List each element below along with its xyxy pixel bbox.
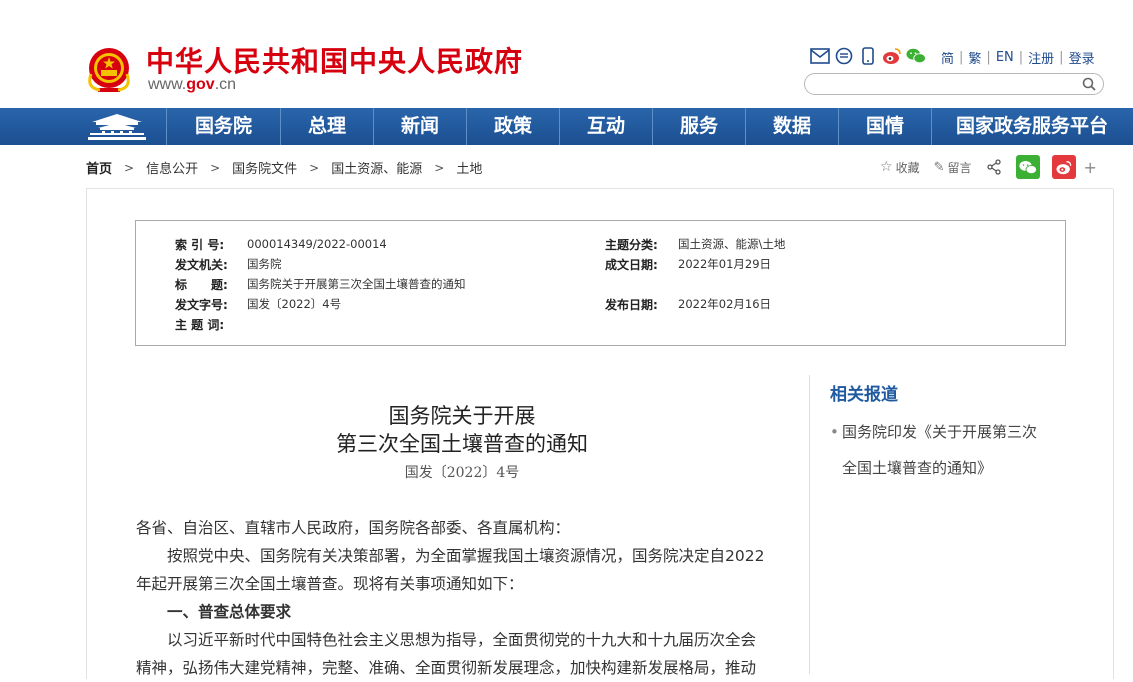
link-register[interactable]: 注册	[1023, 48, 1059, 67]
article-tools: ☆ 收藏 ✎ 留言 +	[880, 155, 1097, 179]
pencil-icon: ✎	[933, 159, 945, 175]
related-reports-title: 相关报道	[830, 385, 898, 405]
breadcrumb-home[interactable]: 首页	[86, 158, 112, 177]
message-button[interactable]: ✎ 留言	[934, 159, 972, 176]
nav-item-premier[interactable]: 总理	[280, 108, 373, 145]
related-report-item[interactable]: • 国务院印发《关于开展第三次 全国土壤普查的通知》	[830, 414, 1070, 486]
meta-index-value: 000014349/2022-00014	[247, 237, 387, 251]
article-title: 国务院关于开展 第三次全国土壤普查的通知	[300, 402, 624, 458]
wechat-icon[interactable]	[906, 46, 926, 66]
nav-item-policy[interactable]: 政策	[466, 108, 559, 145]
top-icon-bar	[810, 46, 926, 66]
breadcrumb-info-public[interactable]: 信息公开	[146, 158, 198, 177]
domain-prefix: www.	[148, 76, 187, 93]
domain-gov: gov	[186, 76, 215, 93]
link-english[interactable]: EN	[991, 50, 1019, 65]
chevron-right-icon: >	[124, 160, 135, 175]
nav-item-national-info[interactable]: 国情	[838, 108, 931, 145]
meta-category-label: 主题分类:	[605, 238, 658, 252]
site-domain: www.gov.cn	[148, 76, 236, 94]
message-label: 留言	[947, 160, 972, 175]
share-button[interactable]	[986, 159, 1002, 175]
meta-date-written-value: 2022年01月29日	[678, 257, 772, 271]
weibo-icon[interactable]	[882, 46, 902, 66]
article-title-line2: 第三次全国土壤普查的通知	[336, 432, 588, 456]
nav-item-data[interactable]: 数据	[745, 108, 838, 145]
related-report-line2[interactable]: 全国土壤普查的通知》	[830, 450, 1070, 486]
meta-publish-date-value: 2022年02月16日	[678, 297, 772, 311]
meta-index-label: 索 引 号:	[175, 238, 225, 252]
article-salutation: 各省、自治区、直辖市人民政府，国务院各部委、各直属机构：	[136, 519, 571, 537]
article-para2-line1: 以习近平新时代中国特色社会主义思想为指导，全面贯彻党的十九大和十九届历次全会	[167, 631, 757, 649]
chevron-right-icon: >	[210, 160, 221, 175]
chat-bubble-icon[interactable]	[834, 46, 854, 66]
document-meta-box: 索 引 号: 000014349/2022-00014 主题分类: 国土资源、能…	[135, 220, 1066, 346]
nav-item-news[interactable]: 新闻	[373, 108, 466, 145]
share-icon	[986, 159, 1001, 175]
meta-issuer-value: 国务院	[247, 257, 282, 271]
article-para1-line1: 按照党中央、国务院有关决策部署，为全面掌握我国土壤资源情况，国务院决定自2022	[167, 547, 765, 565]
breadcrumb: 首页 > 信息公开 > 国务院文件 > 国土资源、能源 > 土地	[86, 158, 482, 178]
meta-keywords-label: 主 题 词:	[175, 318, 225, 332]
meta-doc-no-label: 发文字号:	[175, 298, 228, 312]
chevron-right-icon: >	[309, 160, 320, 175]
link-simplified[interactable]: 简	[936, 48, 959, 67]
breadcrumb-land[interactable]: 土地	[456, 158, 482, 177]
share-weibo-button[interactable]	[1051, 155, 1076, 179]
nav-items: 国务院 总理 新闻 政策 互动 服务 数据 国情 国家政务服务平台	[166, 108, 1132, 145]
star-icon: ☆	[880, 159, 893, 175]
mail-icon[interactable]	[810, 46, 830, 66]
bullet-icon: •	[830, 423, 839, 441]
article-para2-line2: 精神，弘扬伟大建党精神，完整、准确、全面贯彻新发展理念，加快构建新发展格局，推动	[136, 659, 757, 677]
meta-publish-date-label: 发布日期:	[605, 298, 658, 312]
domain-suffix: .cn	[214, 76, 237, 93]
nav-item-interaction[interactable]: 互动	[559, 108, 652, 145]
weibo-icon	[1056, 160, 1071, 174]
main-nav: 国务院 总理 新闻 政策 互动 服务 数据 国情 国家政务服务平台	[0, 108, 1133, 145]
favorite-label: 收藏	[895, 160, 920, 175]
mobile-icon[interactable]	[858, 46, 878, 66]
article-doc-number: 国发〔2022〕4号	[404, 465, 520, 481]
nav-item-gov-service-platform[interactable]: 国家政务服务平台	[931, 108, 1132, 145]
more-share-button[interactable]: +	[1084, 158, 1097, 177]
meta-title-value: 国务院关于开展第三次全国土壤普查的通知	[247, 277, 466, 291]
search-input[interactable]	[804, 73, 1104, 95]
article-title-line1: 国务院关于开展	[388, 404, 536, 428]
breadcrumb-land-energy[interactable]: 国土资源、能源	[331, 158, 422, 177]
site-title[interactable]: 中华人民共和国中央人民政府	[146, 40, 523, 80]
site-header: 中华人民共和国中央人民政府 www.gov.cn 简 | 繁 | EN | 注册 | 登…	[0, 0, 1133, 108]
link-login[interactable]: 登录	[1064, 48, 1100, 67]
tiananmen-icon[interactable]	[86, 108, 148, 145]
wechat-icon	[1018, 160, 1037, 174]
meta-category-value: 国土资源、能源\土地	[678, 237, 786, 251]
share-wechat-button[interactable]	[1015, 155, 1040, 179]
meta-doc-no-value: 国发〔2022〕4号	[247, 297, 342, 311]
favorite-button[interactable]: ☆ 收藏	[880, 159, 920, 176]
article-heading1: 一、普查总体要求	[167, 603, 292, 621]
search-icon[interactable]	[1081, 76, 1097, 92]
meta-title-label: 标 题:	[175, 278, 228, 292]
top-links: 简 | 繁 | EN | 注册 | 登录	[936, 48, 1100, 67]
nav-item-services[interactable]: 服务	[652, 108, 745, 145]
meta-date-written-label: 成文日期:	[605, 258, 658, 272]
link-traditional[interactable]: 繁	[963, 48, 986, 67]
national-emblem-icon[interactable]	[86, 44, 132, 94]
chevron-right-icon: >	[434, 160, 445, 175]
article-para1-line2: 年起开展第三次全国土壤普查。现将有关事项通知如下：	[136, 575, 524, 593]
nav-item-state-council[interactable]: 国务院	[166, 108, 280, 145]
related-report-line1[interactable]: 国务院印发《关于开展第三次	[830, 414, 1070, 450]
breadcrumb-state-council-docs[interactable]: 国务院文件	[232, 158, 297, 177]
meta-issuer-label: 发文机关:	[175, 258, 228, 272]
sidebar-divider	[809, 375, 810, 674]
